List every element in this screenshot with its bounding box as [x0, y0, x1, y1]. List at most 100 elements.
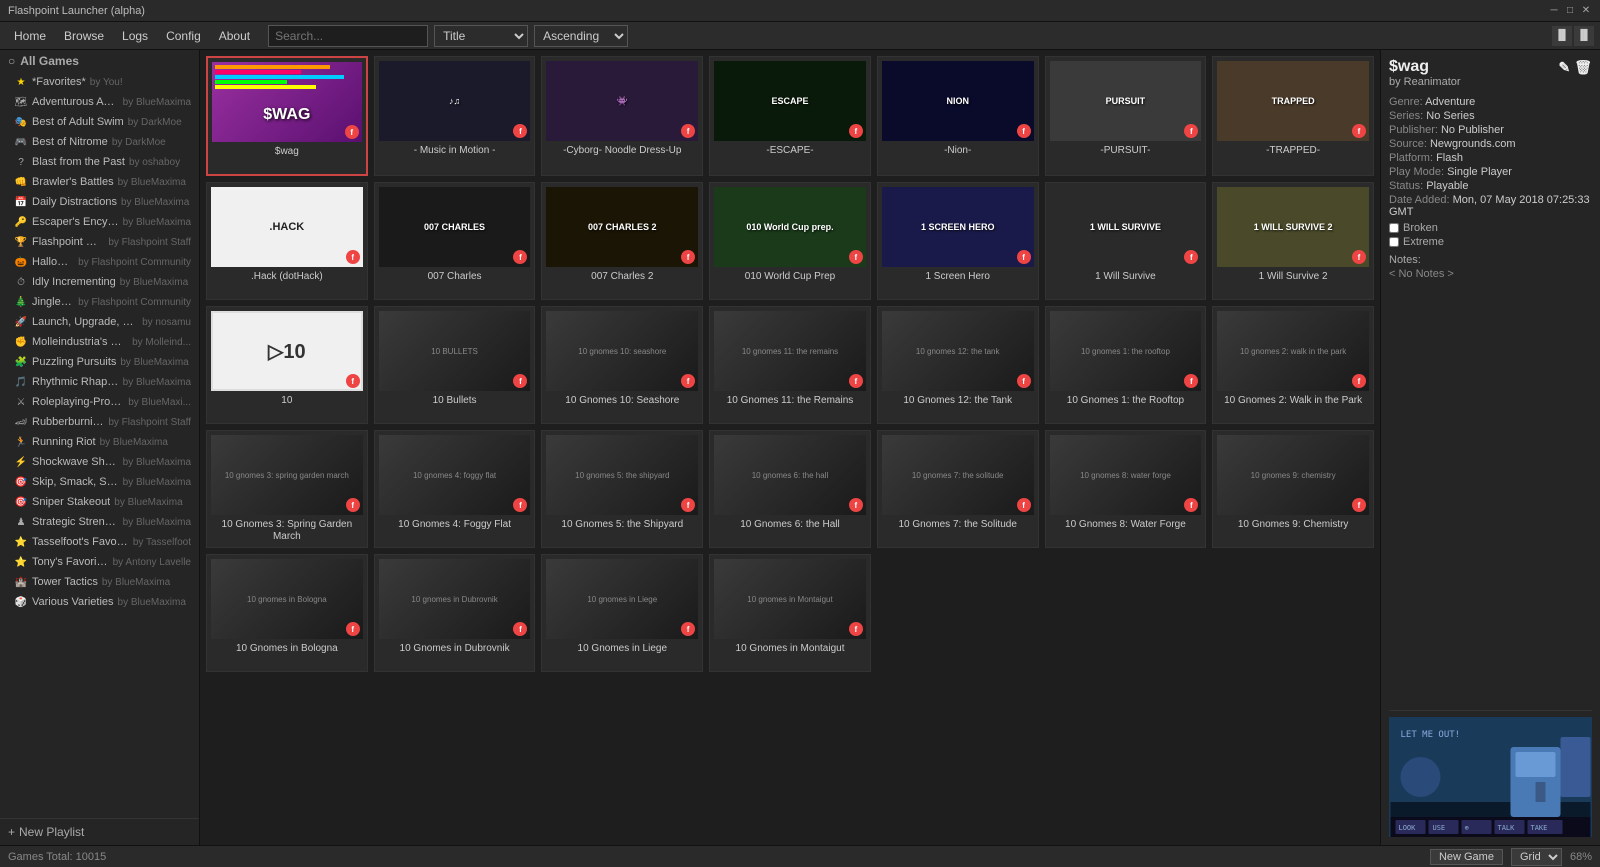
search-input[interactable]: [268, 25, 428, 47]
game-title-20: 10 Gnomes 1: the Rooftop: [1067, 395, 1184, 419]
sidebar-item-20[interactable]: 🎯Skip, Smack, Shoot by BlueMaxima: [0, 472, 199, 492]
game-card-23[interactable]: 10 gnomes 4: foggy flat f 10 Gnomes 4: F…: [374, 430, 536, 548]
game-card-8[interactable]: .HACK f .Hack (dotHack): [206, 182, 368, 300]
layout-btn-1[interactable]: ▐▌: [1552, 26, 1572, 46]
menu-config[interactable]: Config: [158, 26, 209, 46]
game-card-27[interactable]: 10 gnomes 8: water forge f 10 Gnomes 8: …: [1045, 430, 1207, 548]
sidebar-item-15[interactable]: 🎵Rhythmic Rhapsodies by BlueMaxima: [0, 372, 199, 392]
sidebar-item-11[interactable]: 🎄Jingle Jollies by Flashpoint Community: [0, 292, 199, 312]
game-title-10: 007 Charles 2: [591, 271, 653, 295]
svg-text:LET ME OUT!: LET ME OUT!: [1401, 730, 1461, 740]
game-card-5[interactable]: NION f -Nion-: [877, 56, 1039, 176]
game-title-15: 10: [281, 395, 292, 419]
menu-home[interactable]: Home: [6, 26, 54, 46]
delete-icon[interactable]: 🗑: [1574, 59, 1592, 76]
game-card-14[interactable]: 1 WILL SURVIVE 2 f 1 Will Survive 2: [1212, 182, 1374, 300]
zoom-level: 68%: [1570, 851, 1592, 863]
close-button[interactable]: ✕: [1580, 5, 1592, 17]
game-thumb-4: ESCAPE f: [714, 61, 866, 141]
sort-select[interactable]: Title Date Added Series Publisher: [434, 25, 528, 47]
sidebar-all-games[interactable]: ○ All Games: [0, 50, 199, 72]
game-card-26[interactable]: 10 gnomes 7: the solitude f 10 Gnomes 7:…: [877, 430, 1039, 548]
game-card-18[interactable]: 10 gnomes 11: the remains f 10 Gnomes 11…: [709, 306, 871, 424]
flash-badge-15: f: [346, 374, 360, 388]
sidebar-item-19[interactable]: ⚡Shockwave Shockers by BlueMaxima: [0, 452, 199, 472]
game-card-20[interactable]: 10 gnomes 1: the rooftop f 10 Gnomes 1: …: [1045, 306, 1207, 424]
game-title-11: 010 World Cup Prep: [745, 271, 835, 295]
game-card-32[interactable]: 10 gnomes in Montaigut f 10 Gnomes in Mo…: [709, 554, 871, 672]
sidebar-item-24[interactable]: ⭐Tony's Favorites by Antony Lavelle: [0, 552, 199, 572]
game-card-21[interactable]: 10 gnomes 2: walk in the park f 10 Gnome…: [1212, 306, 1374, 424]
menu-browse[interactable]: Browse: [56, 26, 112, 46]
game-card-11[interactable]: 010 World Cup prep. f 010 World Cup Prep: [709, 182, 871, 300]
game-card-28[interactable]: 10 gnomes 9: chemistry f 10 Gnomes 9: Ch…: [1212, 430, 1374, 548]
sidebar-item-2[interactable]: 🎭Best of Adult Swim by DarkMoe: [0, 112, 199, 132]
sidebar-item-0[interactable]: ★*Favorites* by You!: [0, 72, 199, 92]
sidebar-item-9[interactable]: 🎃Halloween Haunts by Flashpoint Communit…: [0, 252, 199, 272]
game-thumb-1: $WAG f: [212, 62, 362, 142]
sidebar-item-10[interactable]: ⏱Idly Incrementing by BlueMaxima: [0, 272, 199, 292]
game-card-15[interactable]: ▷10 f 10: [206, 306, 368, 424]
new-playlist-button[interactable]: + New Playlist: [0, 818, 199, 845]
game-card-19[interactable]: 10 gnomes 12: the tank f 10 Gnomes 12: t…: [877, 306, 1039, 424]
game-thumb-8: .HACK f: [211, 187, 363, 267]
game-thumb-29: 10 gnomes in Bologna f: [211, 559, 363, 639]
sidebar-item-14[interactable]: 🧩Puzzling Pursuits by BlueMaxima: [0, 352, 199, 372]
sidebar-item-18[interactable]: 🏃Running Riot by BlueMaxima: [0, 432, 199, 452]
view-mode-select[interactable]: Grid List: [1511, 848, 1562, 866]
game-thumb-16: 10 BULLETS f: [379, 311, 531, 391]
sidebar-item-1[interactable]: 🗺Adventurous Avenues by BlueMaxima: [0, 92, 199, 112]
sidebar-item-21[interactable]: 🎯Sniper Stakeout by BlueMaxima: [0, 492, 199, 512]
game-card-9[interactable]: 007 CHARLES f 007 Charles: [374, 182, 536, 300]
edit-icon[interactable]: ✎: [1558, 59, 1570, 76]
order-select[interactable]: Ascending Descending: [534, 25, 628, 47]
game-card-22[interactable]: 10 gnomes 3: spring garden march f 10 Gn…: [206, 430, 368, 548]
sidebar-item-25[interactable]: 🏰Tower Tactics by BlueMaxima: [0, 572, 199, 592]
sidebar-item-12[interactable]: 🚀Launch, Upgrade, Repeat by nosamu: [0, 312, 199, 332]
sidebar-item-6[interactable]: 📅Daily Distractions by BlueMaxima: [0, 192, 199, 212]
sidebar-icon-0: ★: [14, 75, 28, 89]
game-card-12[interactable]: 1 SCREEN HERO f 1 Screen Hero: [877, 182, 1039, 300]
sidebar-item-7[interactable]: 🔑Escaper's Encyclopedia by BlueMaxima: [0, 212, 199, 232]
detail-status: Status: Playable: [1389, 180, 1592, 192]
sidebar-item-23[interactable]: ⭐Tasselfoot's Favorites by Tasselfoot: [0, 532, 199, 552]
game-card-4[interactable]: ESCAPE f -ESCAPE-: [709, 56, 871, 176]
game-card-13[interactable]: 1 WILL SURVIVE f 1 Will Survive: [1045, 182, 1207, 300]
game-card-7[interactable]: TRAPPED f -TRAPPED-: [1212, 56, 1374, 176]
game-card-29[interactable]: 10 gnomes in Bologna f 10 Gnomes in Bolo…: [206, 554, 368, 672]
game-card-30[interactable]: 10 gnomes in Dubrovnik f 10 Gnomes in Du…: [374, 554, 536, 672]
game-card-16[interactable]: 10 BULLETS f 10 Bullets: [374, 306, 536, 424]
game-card-2[interactable]: ♪♫ f - Music in Motion -: [374, 56, 536, 176]
maximize-button[interactable]: □: [1564, 5, 1576, 17]
minimize-button[interactable]: ─: [1548, 5, 1560, 17]
new-game-button[interactable]: New Game: [1430, 849, 1503, 865]
game-card-3[interactable]: 👾 f -Cyborg- Noodle Dress-Up: [541, 56, 703, 176]
menu-about[interactable]: About: [211, 26, 258, 46]
game-thumb-14: 1 WILL SURVIVE 2 f: [1217, 187, 1369, 267]
game-title-26: 10 Gnomes 7: the Solitude: [898, 519, 1016, 543]
game-card-6[interactable]: PURSUIT f -PURSUIT-: [1045, 56, 1207, 176]
sidebar-icon-18: 🏃: [14, 435, 28, 449]
game-card-24[interactable]: 10 gnomes 5: the shipyard f 10 Gnomes 5:…: [541, 430, 703, 548]
sidebar-item-3[interactable]: 🎮Best of Nitrome by DarkMoe: [0, 132, 199, 152]
sidebar-item-8[interactable]: 🏆Flashpoint Hall of Fame by Flashpoint S…: [0, 232, 199, 252]
game-title-23: 10 Gnomes 4: Foggy Flat: [398, 519, 511, 543]
game-card-25[interactable]: 10 gnomes 6: the hall f 10 Gnomes 6: the…: [709, 430, 871, 548]
game-title-18: 10 Gnomes 11: the Remains: [727, 395, 854, 419]
game-card-17[interactable]: 10 gnomes 10: seashore f 10 Gnomes 10: S…: [541, 306, 703, 424]
sidebar-item-13[interactable]: ✊Molleindustria's Recomme... by Molleind…: [0, 332, 199, 352]
game-card-31[interactable]: 10 gnomes in Liege f 10 Gnomes in Liege: [541, 554, 703, 672]
sidebar-item-16[interactable]: ⚔Roleplaying-Propelled Rese... by BlueMa…: [0, 392, 199, 412]
sidebar-item-17[interactable]: 🏎Rubberburning Racing by Flashpoint Staf…: [0, 412, 199, 432]
game-card-1[interactable]: $WAG f $wag: [206, 56, 368, 176]
layout-btn-2[interactable]: ▐▌: [1574, 26, 1594, 46]
broken-checkbox[interactable]: [1389, 223, 1399, 233]
sidebar-icon-8: 🏆: [14, 235, 28, 249]
sidebar-item-4[interactable]: ?Blast from the Past by oshaboy: [0, 152, 199, 172]
menu-logs[interactable]: Logs: [114, 26, 156, 46]
sidebar-item-26[interactable]: 🎲Various Varieties by BlueMaxima: [0, 592, 199, 612]
game-card-10[interactable]: 007 CHARLES 2 f 007 Charles 2: [541, 182, 703, 300]
extreme-checkbox[interactable]: [1389, 237, 1399, 247]
sidebar-item-5[interactable]: 👊Brawler's Battles by BlueMaxima: [0, 172, 199, 192]
sidebar-item-22[interactable]: ♟Strategic Strengths by BlueMaxima: [0, 512, 199, 532]
